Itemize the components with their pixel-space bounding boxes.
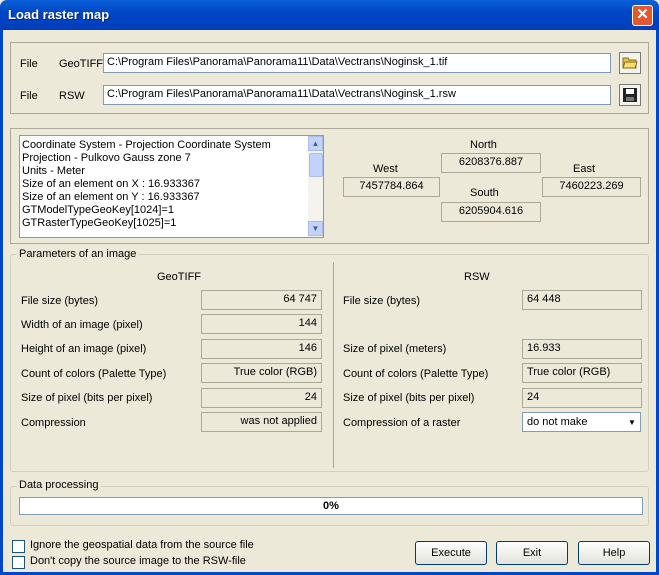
rsw-compression-select[interactable]: do not make ▼ (522, 412, 641, 432)
save-disk-icon (623, 88, 637, 102)
geotiff-type-label: GeoTIFF (59, 58, 104, 70)
geotiff-height-value: 146 (201, 339, 322, 359)
east-label: East (573, 163, 596, 175)
rsw-filesize-value: 64 448 (522, 290, 642, 310)
ignore-geo-checkbox[interactable] (12, 540, 25, 553)
folder-open-icon (622, 57, 638, 69)
open-geotiff-button[interactable] (619, 52, 641, 74)
geotiff-width-label: Width of an image (pixel) (21, 319, 143, 331)
rsw-header: RSW (464, 271, 490, 283)
rsw-compression-label: Compression of a raster (343, 417, 461, 429)
dropdown-arrow-icon[interactable]: ▼ (624, 414, 640, 430)
rsw-filesize-label: File size (bytes) (343, 295, 421, 307)
rsw-bits-value: 24 (522, 388, 642, 408)
rsw-pixelsize-label: Size of pixel (meters) (343, 343, 447, 355)
geotiff-bits-value: 24 (201, 388, 322, 408)
list-item: Size of an element on Y : 16.933367 (22, 191, 200, 203)
rsw-bits-label: Size of pixel (bits per pixel) (343, 392, 475, 404)
north-value: 6208376.887 (441, 153, 541, 173)
south-value: 6205904.616 (441, 202, 541, 222)
arrow-down-icon: ▼ (311, 224, 320, 233)
execute-button[interactable]: Execute (415, 541, 487, 565)
geotiff-filesize-label: File size (bytes) (21, 295, 99, 307)
arrow-up-icon: ▲ (311, 139, 320, 148)
dont-copy-checkbox[interactable] (12, 556, 25, 569)
geotiff-bits-label: Size of pixel (bits per pixel) (21, 392, 153, 404)
help-button[interactable]: Help (578, 541, 650, 565)
list-item: GTModelTypeGeoKey[1024]=1 (22, 204, 174, 216)
list-item: Projection - Pulkovo Gauss zone 7 (22, 152, 191, 164)
rsw-colors-value: True color (RGB) (522, 363, 642, 383)
geotiff-file-label: File (20, 58, 38, 70)
list-scrollbar[interactable]: ▲ ▼ (308, 136, 323, 237)
progress-text: 0% (323, 500, 339, 512)
scroll-down-button[interactable]: ▼ (308, 221, 323, 236)
scroll-thumb[interactable] (309, 153, 323, 177)
geotiff-width-value: 144 (201, 314, 322, 334)
processing-group-label: Data processing (17, 479, 101, 491)
rsw-path-input[interactable]: C:\Program Files\Panorama\Panorama11\Dat… (103, 85, 611, 105)
rsw-compression-selected: do not make (527, 416, 588, 428)
south-label: South (470, 187, 499, 199)
geotiff-filesize-value: 64 747 (201, 290, 322, 310)
rsw-type-label: RSW (59, 90, 85, 102)
list-item: Units - Meter (22, 165, 85, 177)
geotiff-compression-value: was not applied (201, 412, 322, 432)
geotiff-path-input[interactable]: C:\Program Files\Panorama\Panorama11\Dat… (103, 53, 611, 73)
column-divider (333, 262, 334, 468)
parameters-group-label: Parameters of an image (17, 248, 139, 260)
geotiff-colors-value: True color (RGB) (201, 363, 322, 383)
rsw-colors-label: Count of colors (Palette Type) (343, 368, 489, 380)
list-item: GTRasterTypeGeoKey[1025]=1 (22, 217, 177, 229)
exit-button[interactable]: Exit (496, 541, 568, 565)
list-item: Coordinate System - Projection Coordinat… (22, 139, 271, 151)
geotiff-colors-label: Count of colors (Palette Type) (21, 368, 167, 380)
list-item: Size of an element on X : 16.933367 (22, 178, 200, 190)
rsw-file-label: File (20, 90, 38, 102)
save-rsw-button[interactable] (619, 84, 641, 106)
window-title: Load raster map (8, 7, 110, 22)
close-button[interactable]: ✕ (632, 5, 653, 26)
progress-bar: 0% (19, 497, 643, 515)
dont-copy-label: Don't copy the source image to the RSW-f… (30, 555, 246, 567)
ignore-geo-label: Ignore the geospatial data from the sour… (30, 539, 254, 551)
rsw-pixelsize-value: 16.933 (522, 339, 642, 359)
west-value: 7457784.864 (343, 177, 440, 197)
west-label: West (373, 163, 398, 175)
north-label: North (470, 139, 497, 151)
scroll-up-button[interactable]: ▲ (308, 136, 323, 151)
geotiff-compression-label: Compression (21, 417, 86, 429)
geotiff-height-label: Height of an image (pixel) (21, 343, 147, 355)
info-listbox[interactable]: Coordinate System - Projection Coordinat… (19, 135, 324, 238)
geotiff-header: GeoTIFF (157, 271, 202, 283)
east-value: 7460223.269 (542, 177, 641, 197)
